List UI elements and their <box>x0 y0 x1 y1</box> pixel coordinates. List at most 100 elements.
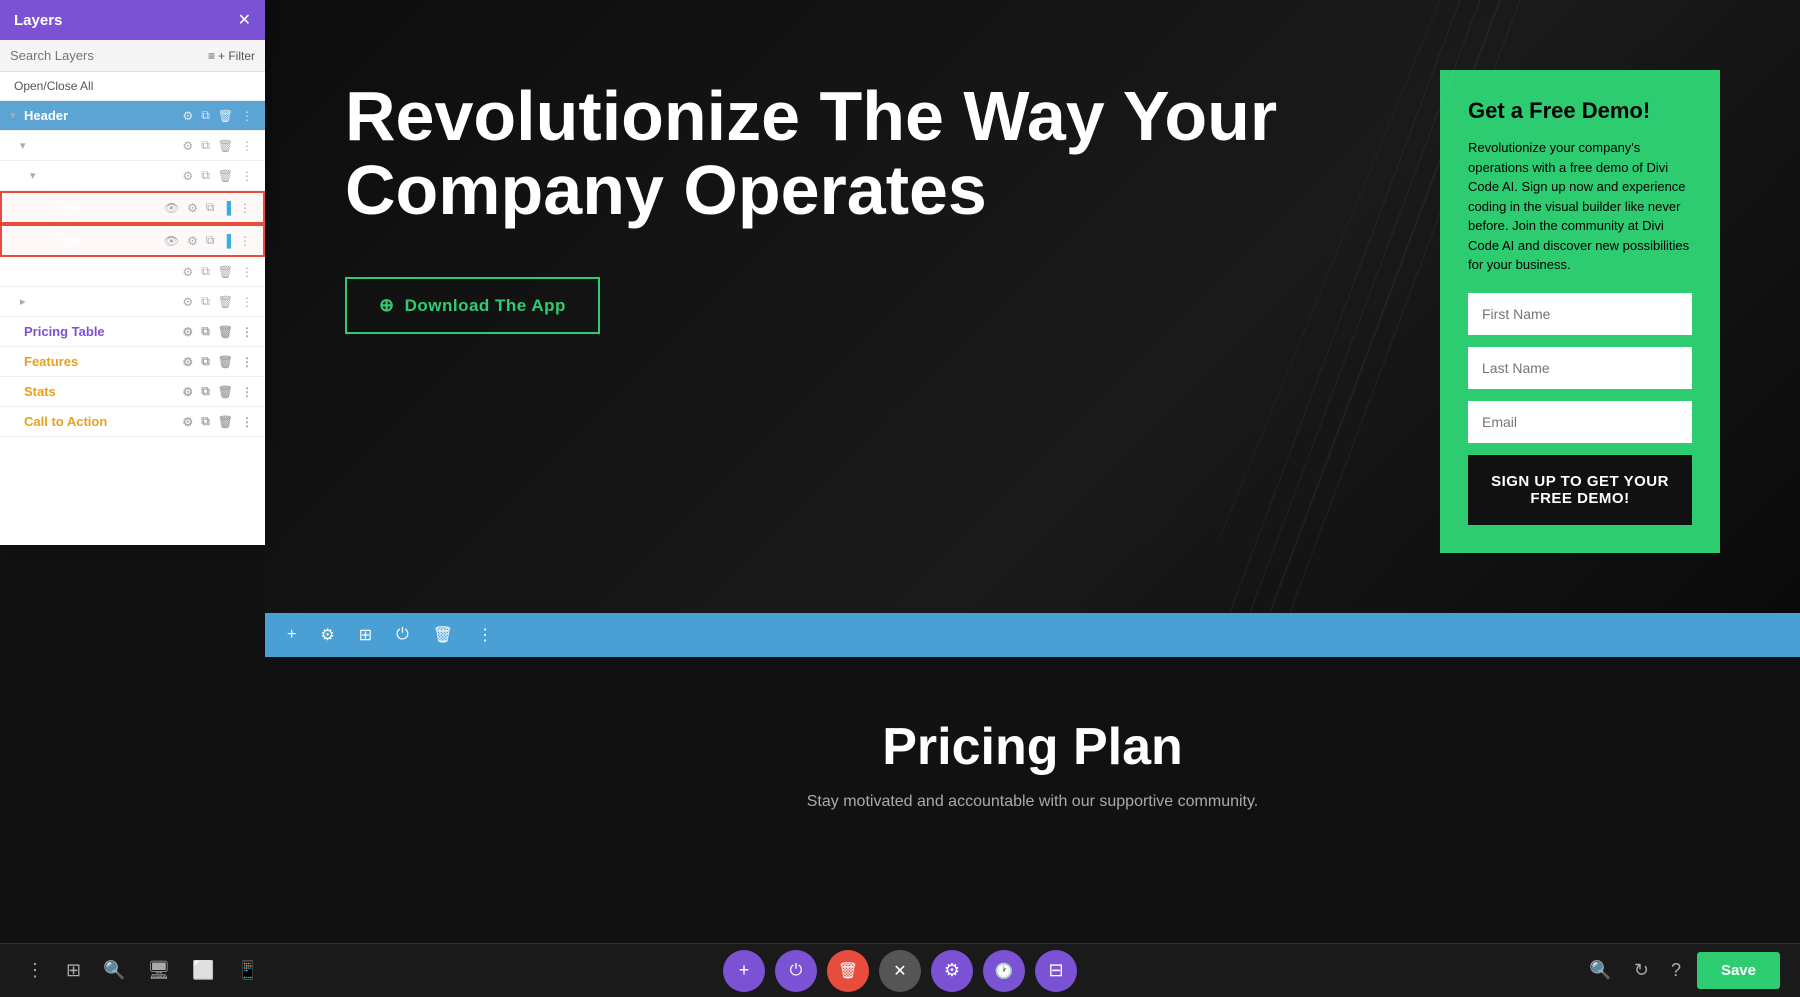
first-name-input[interactable] <box>1468 293 1692 335</box>
hamburger-button[interactable]: ⋮ <box>20 956 50 985</box>
layers-close-button[interactable]: ✕ <box>238 10 251 30</box>
copy-icon[interactable]: ⧉ <box>199 107 212 124</box>
bottom-right-tools: 🔍 ↻ ? Save <box>1583 952 1780 989</box>
eye-icon[interactable]: 👁 <box>162 200 181 216</box>
gear-icon[interactable]: ⚙ <box>180 264 195 280</box>
trash-icon[interactable]: 🗑 <box>216 138 235 154</box>
last-name-input[interactable] <box>1468 347 1692 389</box>
dots-icon[interactable]: ⋮ <box>239 108 255 124</box>
gear-icon[interactable]: ⚙ <box>185 233 200 249</box>
layer-item-stats[interactable]: Stats ⚙ ⧉ 🗑 ⋮ <box>0 377 265 407</box>
gear-icon[interactable]: ⚙ <box>180 108 195 124</box>
copy-icon[interactable]: ⧉ <box>199 383 212 400</box>
dots-icon[interactable]: ⋮ <box>237 233 253 249</box>
sliders-button[interactable]: ⊟ <box>1035 950 1077 992</box>
power-button[interactable]: ⏻ <box>775 950 817 992</box>
add-button[interactable]: + <box>723 950 765 992</box>
layer-label: Text <box>56 200 162 215</box>
dots-icon[interactable]: ⋮ <box>239 168 255 184</box>
gear-icon[interactable]: ⚙ <box>180 294 195 310</box>
layers-panel: Layers ✕ ≡ + Filter Open/Close All ▾ Hea… <box>0 0 265 545</box>
download-icon: ⊕ <box>379 295 395 316</box>
dots-icon[interactable]: ⋮ <box>239 138 255 154</box>
power-button[interactable]: ⏻ <box>390 622 415 648</box>
layer-item-text2[interactable]: Text 👁 ⚙ ⧉ ▐ ⋮ <box>0 224 265 257</box>
add-section-button[interactable]: + <box>281 622 302 648</box>
dots-icon[interactable]: ⋮ <box>239 294 255 310</box>
copy-icon[interactable]: ⧉ <box>199 293 212 310</box>
zoom-button[interactable]: 🔍 <box>1583 956 1617 985</box>
layer-item-row[interactable]: ▾ Row ⚙ ⧉ 🗑 ⋮ <box>0 131 265 161</box>
copy-icon[interactable]: ⧉ <box>199 167 212 184</box>
grid-view-button[interactable]: ⊞ <box>60 956 87 985</box>
tablet-view-button[interactable]: ⬜ <box>186 956 220 985</box>
dots-icon[interactable]: ⋮ <box>239 414 255 430</box>
trash-icon[interactable]: 🗑 <box>216 384 235 400</box>
gear-icon[interactable]: ⚙ <box>180 138 195 154</box>
gear-icon[interactable]: ⚙ <box>180 414 195 430</box>
download-app-button[interactable]: ⊕ Download The App <box>345 277 600 334</box>
settings-button[interactable]: ⚙ <box>314 621 340 649</box>
layer-item-pricing-table[interactable]: Pricing Table ⚙ ⧉ 🗑 ⋮ <box>0 317 265 347</box>
main-content: Revolutionize The Way Your Company Opera… <box>265 0 1800 851</box>
copy-icon[interactable]: ⧉ <box>204 199 217 216</box>
layer-item-header[interactable]: ▾ Header ⚙ ⧉ 🗑 ⋮ <box>0 101 265 131</box>
dots-icon[interactable]: ⋮ <box>239 264 255 280</box>
filter-button[interactable]: ≡ + Filter <box>208 49 255 63</box>
eye-icon[interactable]: 👁 <box>162 233 181 249</box>
trash-icon[interactable]: 🗑 <box>216 294 235 310</box>
layer-item-text1[interactable]: Text 👁 ⚙ ⧉ ▐ ⋮ <box>0 191 265 224</box>
trash-icon[interactable]: 🗑 <box>216 354 235 370</box>
gear-icon[interactable]: ⚙ <box>180 168 195 184</box>
layer-item-button[interactable]: Button ⚙ ⧉ 🗑 ⋮ <box>0 257 265 287</box>
chart-icon[interactable]: ▐ <box>220 200 233 216</box>
dots-icon[interactable]: ⋮ <box>239 384 255 400</box>
layer-item-column1[interactable]: ▾ Column ⚙ ⧉ 🗑 ⋮ <box>0 161 265 191</box>
dots-icon[interactable]: ⋮ <box>239 324 255 340</box>
copy-icon[interactable]: ⧉ <box>199 323 212 340</box>
gear-icon[interactable]: ⚙ <box>180 384 195 400</box>
copy-icon[interactable]: ⧉ <box>199 353 212 370</box>
dots-icon[interactable]: ⋮ <box>237 200 253 216</box>
dots-icon[interactable]: ⋮ <box>239 354 255 370</box>
history-button[interactable]: 🕐 <box>983 950 1025 992</box>
trash-icon[interactable]: 🗑 <box>216 324 235 340</box>
dots-button[interactable]: ⋮ <box>471 621 499 649</box>
email-input[interactable] <box>1468 401 1692 443</box>
chart-icon[interactable]: ▐ <box>220 233 233 249</box>
section-toolbar: + ⚙ ⊞ ⏻ 🗑 ⋮ <box>265 613 1800 657</box>
trash-button[interactable]: 🗑 <box>427 621 459 649</box>
trash-button[interactable]: 🗑 <box>827 950 869 992</box>
layers-title: Layers <box>14 12 62 29</box>
layers-search-input[interactable] <box>10 48 200 63</box>
copy-icon[interactable]: ⧉ <box>199 413 212 430</box>
gear-icon[interactable]: ⚙ <box>185 200 200 216</box>
save-button[interactable]: Save <box>1697 952 1780 989</box>
close-button[interactable]: ✕ <box>879 950 921 992</box>
demo-submit-button[interactable]: SIGN UP TO GET YOUR FREE DEMO! <box>1468 455 1692 525</box>
copy-icon[interactable]: ⧉ <box>204 232 217 249</box>
mobile-view-button[interactable]: 📱 <box>231 956 265 985</box>
gear-icon[interactable]: ⚙ <box>180 324 195 340</box>
copy-icon[interactable]: ⧉ <box>199 263 212 280</box>
desktop-view-button[interactable]: 🖥 <box>142 956 177 985</box>
grid-button[interactable]: ⊞ <box>353 621 378 649</box>
layer-item-cta[interactable]: Call to Action ⚙ ⧉ 🗑 ⋮ <box>0 407 265 437</box>
layer-item-features[interactable]: Features ⚙ ⧉ 🗑 ⋮ <box>0 347 265 377</box>
trash-icon[interactable]: 🗑 <box>216 414 235 430</box>
settings-button[interactable]: ⚙ <box>931 950 973 992</box>
trash-icon[interactable]: 🗑 <box>216 264 235 280</box>
copy-icon[interactable]: ⧉ <box>199 137 212 154</box>
arrow-icon: ▸ <box>20 295 34 308</box>
undo-button[interactable]: ↻ <box>1628 956 1655 985</box>
search-button[interactable]: 🔍 <box>97 956 131 985</box>
open-close-all-button[interactable]: Open/Close All <box>0 72 265 101</box>
help-button[interactable]: ? <box>1665 956 1687 985</box>
trash-icon[interactable]: 🗑 <box>216 108 235 124</box>
gear-icon[interactable]: ⚙ <box>180 354 195 370</box>
download-btn-label: Download The App <box>405 296 566 316</box>
layer-item-column2[interactable]: ▸ Column ⚙ ⧉ 🗑 ⋮ <box>0 287 265 317</box>
demo-card: Get a Free Demo! Revolutionize your comp… <box>1440 70 1720 553</box>
trash-icon[interactable]: 🗑 <box>216 168 235 184</box>
filter-label: + Filter <box>218 49 255 63</box>
